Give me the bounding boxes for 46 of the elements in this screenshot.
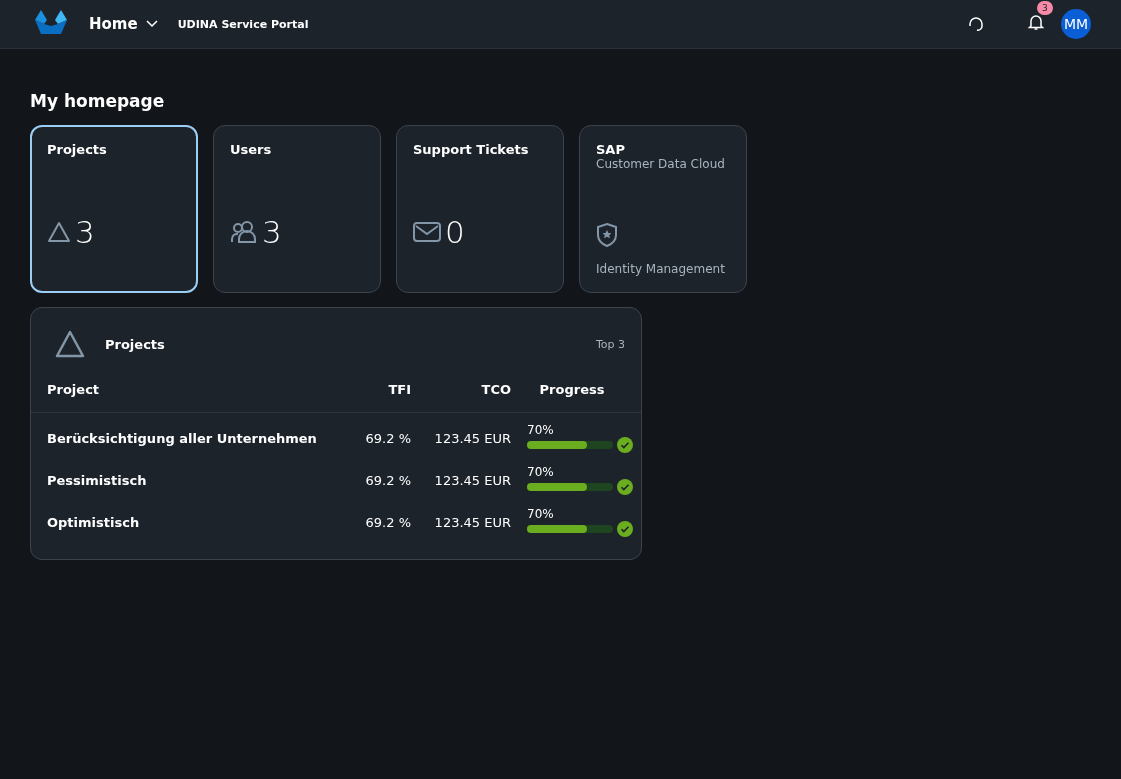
home-menu-button[interactable]: Home (89, 15, 158, 33)
tile[interactable]: Support Tickets 0 (396, 125, 564, 293)
triangle-icon (55, 330, 85, 358)
card-title: Projects (105, 336, 165, 352)
table-cell-text: 69.2 % (364, 430, 411, 446)
card-info: Top 3 (595, 337, 625, 351)
chevron-down-icon (145, 20, 158, 28)
tile[interactable]: Users 3 (213, 125, 381, 293)
progress-label: 70% (527, 465, 554, 479)
tile-count: 0 (445, 214, 465, 250)
tile[interactable]: SAP Customer Data Cloud Identity Management (579, 125, 747, 293)
progress-label: 70% (527, 423, 554, 437)
column-header: TCO (480, 381, 511, 397)
table-cell-text: Optimistisch (47, 514, 141, 530)
table-cell-text: 123.45 EUR (433, 472, 511, 488)
shield-star-icon (596, 222, 618, 248)
table-cell-text: 69.2 % (364, 514, 411, 530)
tile-title: Projects (47, 142, 108, 157)
app-title: UDINA Service Portal (177, 17, 309, 31)
tile-subtitle: Customer Data Cloud (596, 157, 726, 171)
progress-label: 70% (527, 507, 554, 521)
tile[interactable]: Projects 3 (30, 125, 198, 293)
tile-count: 3 (262, 214, 282, 250)
tile-title: SAP (596, 142, 626, 157)
tile-title: Users (230, 142, 273, 157)
users-icon (230, 220, 258, 244)
table-cell-text: Berücksichtigung aller Unternehmen (47, 430, 318, 446)
check-circle-icon (617, 521, 633, 537)
tile-title: Support Tickets (413, 142, 530, 157)
table-cell-text: Pessimistisch (47, 472, 148, 488)
column-header: Project (47, 381, 101, 397)
table-cell-text: 123.45 EUR (433, 514, 511, 530)
check-circle-icon (617, 437, 633, 453)
bell-icon[interactable] (1027, 13, 1045, 31)
envelope-icon (413, 221, 441, 243)
page-title: My homepage (30, 91, 166, 111)
check-circle-icon (617, 479, 633, 495)
triangle-icon (47, 220, 71, 244)
user-avatar[interactable]: MM (1061, 9, 1091, 39)
tile-footer: Identity Management (596, 262, 730, 276)
notification-badge: 3 (1037, 1, 1053, 15)
column-header: TFI (387, 381, 411, 397)
column-header: Progress (538, 381, 606, 397)
table-cell-text: 123.45 EUR (433, 430, 511, 446)
table-cell-text: 69.2 % (364, 472, 411, 488)
tile-count: 3 (75, 214, 95, 250)
